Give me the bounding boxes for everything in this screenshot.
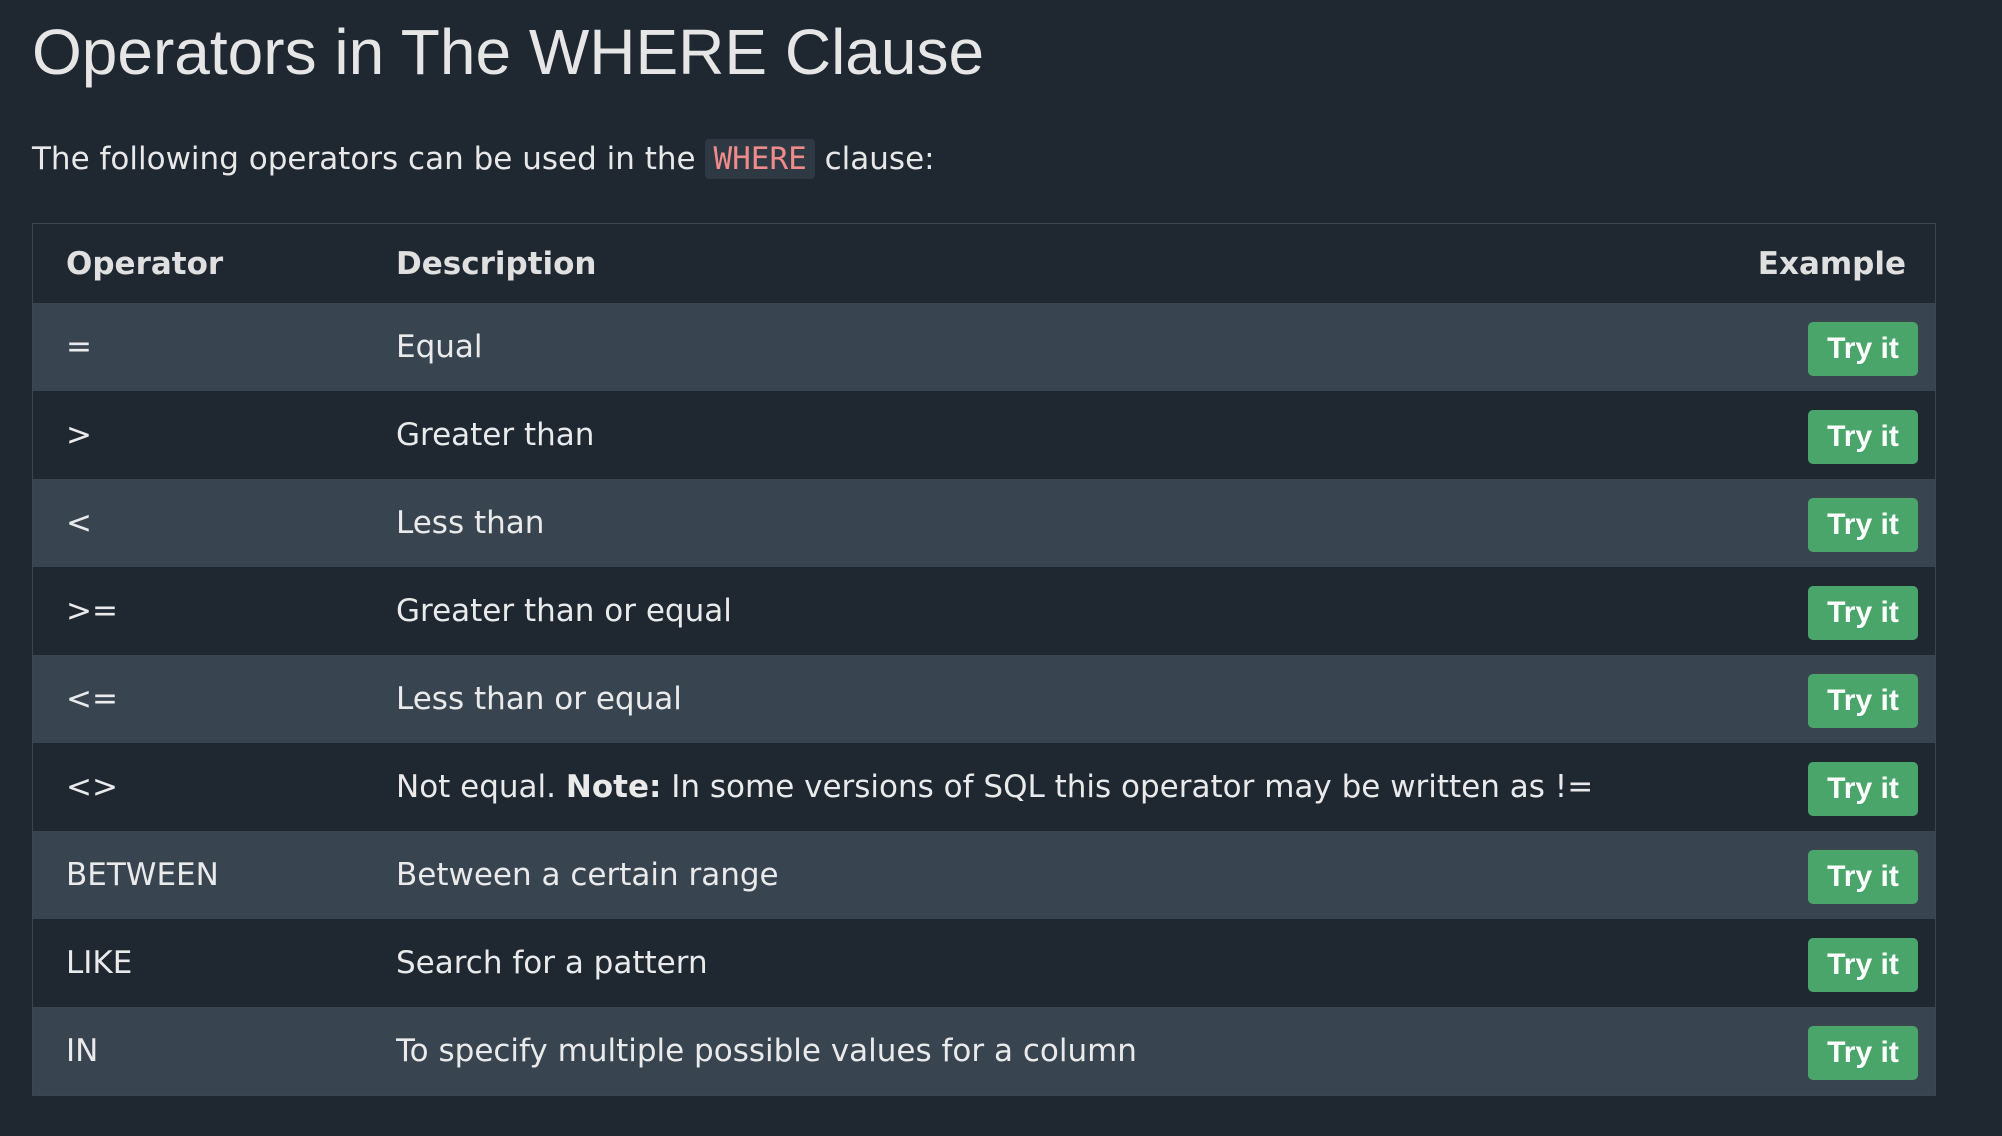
page-title: Operators in The WHERE Clause xyxy=(32,16,985,88)
try-it-button[interactable]: Try it xyxy=(1808,410,1918,464)
table-row: BETWEEN Between a certain range Try it xyxy=(33,831,1935,919)
intro-text: The following operators can be used in t… xyxy=(32,134,935,184)
example-cell: Try it xyxy=(1735,831,1935,919)
description-cell: Search for a pattern xyxy=(396,945,708,981)
description-cell: Between a certain range xyxy=(396,857,779,893)
description-cell: Greater than xyxy=(396,417,595,453)
example-cell: Try it xyxy=(1735,479,1935,567)
try-it-button[interactable]: Try it xyxy=(1808,586,1918,640)
operator-cell: BETWEEN xyxy=(66,857,219,893)
try-it-button[interactable]: Try it xyxy=(1808,1026,1918,1080)
example-cell: Try it xyxy=(1735,303,1935,391)
operator-cell: >= xyxy=(66,593,118,629)
example-cell: Try it xyxy=(1735,391,1935,479)
header-example: Example xyxy=(1757,245,1906,282)
table-header-row: Operator Description Example xyxy=(33,224,1935,303)
table-row: IN To specify multiple possible values f… xyxy=(33,1007,1935,1095)
example-cell: Try it xyxy=(1735,655,1935,743)
operator-cell: <> xyxy=(66,769,118,805)
operator-cell: <= xyxy=(66,681,118,717)
example-cell: Try it xyxy=(1735,1007,1935,1095)
page: Operators in The WHERE Clause The follow… xyxy=(0,0,2002,1136)
operator-cell: = xyxy=(66,329,92,365)
note-label: Note: xyxy=(565,769,662,805)
try-it-button[interactable]: Try it xyxy=(1808,674,1918,728)
table-row: >= Greater than or equal Try it xyxy=(33,567,1935,655)
try-it-button[interactable]: Try it xyxy=(1808,762,1918,816)
try-it-button[interactable]: Try it xyxy=(1808,498,1918,552)
operators-table: Operator Description Example = Equal Try… xyxy=(32,223,1936,1096)
note-text: In some versions of SQL this operator ma… xyxy=(661,769,1594,805)
table-row: = Equal Try it xyxy=(33,303,1935,391)
example-cell: Try it xyxy=(1735,919,1935,1007)
description-cell: Equal xyxy=(396,329,483,365)
description-cell: Not equal. Note: In some versions of SQL… xyxy=(396,743,1735,831)
intro-text-after: clause: xyxy=(814,141,935,177)
example-cell: Try it xyxy=(1735,743,1935,831)
operator-cell: < xyxy=(66,505,92,541)
example-cell: Try it xyxy=(1735,567,1935,655)
intro-text-before: The following operators can be used in t… xyxy=(32,141,706,177)
operator-cell: IN xyxy=(66,1033,99,1069)
header-description: Description xyxy=(396,245,597,282)
operator-cell: > xyxy=(66,417,92,453)
table-row: > Greater than Try it xyxy=(33,391,1935,479)
try-it-button[interactable]: Try it xyxy=(1808,322,1918,376)
where-code: WHERE xyxy=(705,139,815,179)
table-row: <> Not equal. Note: In some versions of … xyxy=(33,743,1935,831)
operator-cell: LIKE xyxy=(66,945,133,981)
description-cell: Less than xyxy=(396,505,545,541)
table-row: <= Less than or equal Try it xyxy=(33,655,1935,743)
description-text: Not equal. xyxy=(396,769,566,805)
description-cell: To specify multiple possible values for … xyxy=(396,1033,1137,1069)
try-it-button[interactable]: Try it xyxy=(1808,938,1918,992)
try-it-button[interactable]: Try it xyxy=(1808,850,1918,904)
table-row: < Less than Try it xyxy=(33,479,1935,567)
table-row: LIKE Search for a pattern Try it xyxy=(33,919,1935,1007)
description-cell: Greater than or equal xyxy=(396,593,732,629)
description-cell: Less than or equal xyxy=(396,681,682,717)
header-operator: Operator xyxy=(66,245,224,282)
